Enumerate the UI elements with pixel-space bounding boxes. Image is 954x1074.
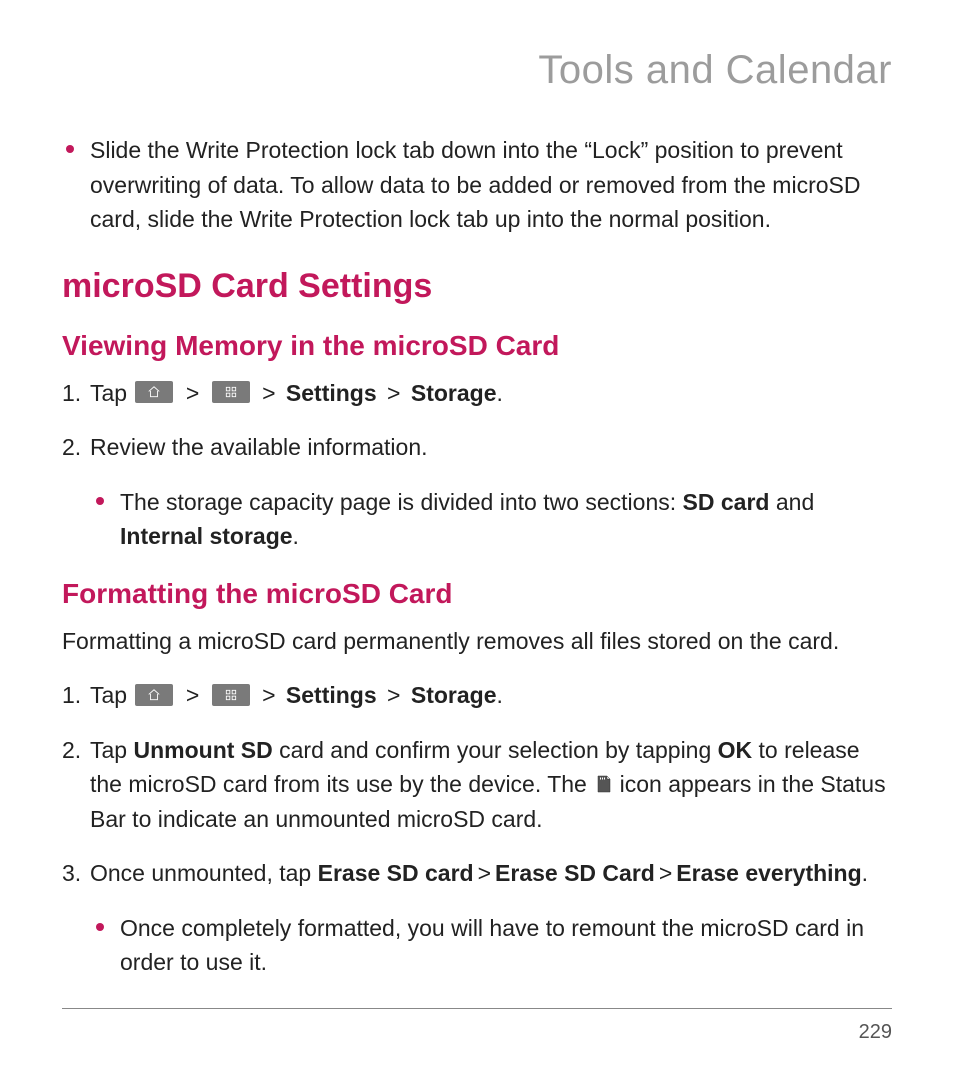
breadcrumb-separator: > bbox=[186, 682, 199, 708]
breadcrumb-separator: > bbox=[186, 380, 199, 406]
formatting-step-2: Tap Unmount SD card and confirm your sel… bbox=[62, 733, 892, 837]
breadcrumb-separator: > bbox=[478, 860, 491, 886]
and-text: and bbox=[769, 489, 814, 515]
step-text: Tap bbox=[90, 380, 133, 406]
breadcrumb-separator: > bbox=[262, 380, 275, 406]
breadcrumb-separator: > bbox=[387, 380, 400, 406]
sd-card-label: SD card bbox=[683, 489, 770, 515]
subsection-formatting-heading: Formatting the microSD Card bbox=[62, 578, 892, 610]
settings-label: Settings bbox=[286, 682, 377, 708]
storage-label: Storage bbox=[411, 380, 497, 406]
period: . bbox=[497, 682, 503, 708]
chapter-title: Tools and Calendar bbox=[62, 48, 892, 93]
erase-label-3: Erase everything bbox=[676, 860, 861, 886]
viewing-steps: Tap > > Settings > Storage. Review the a… bbox=[62, 376, 892, 465]
home-icon bbox=[135, 381, 173, 403]
sd-card-icon bbox=[595, 775, 611, 793]
step-text: Tap bbox=[90, 737, 133, 763]
sub-bullet-text: The storage capacity page is divided int… bbox=[120, 489, 683, 515]
page-number: 229 bbox=[859, 1021, 892, 1043]
formatting-intro: Formatting a microSD card permanently re… bbox=[62, 624, 892, 659]
settings-label: Settings bbox=[286, 380, 377, 406]
internal-storage-label: Internal storage bbox=[120, 523, 293, 549]
apps-icon bbox=[212, 381, 250, 403]
period: . bbox=[862, 860, 868, 886]
apps-icon bbox=[212, 684, 250, 706]
formatting-sub-bullets: Once completely formatted, you will have… bbox=[62, 911, 892, 980]
erase-label-2: Erase SD Card bbox=[495, 860, 655, 886]
breadcrumb-separator: > bbox=[387, 682, 400, 708]
intro-bullet-item: Slide the Write Protection lock tab down… bbox=[62, 133, 892, 237]
breadcrumb-separator: > bbox=[659, 860, 672, 886]
period: . bbox=[293, 523, 299, 549]
period: . bbox=[497, 380, 503, 406]
step-text: Tap bbox=[90, 682, 133, 708]
step-text: card and confirm your selection by tappi… bbox=[273, 737, 718, 763]
page-footer: 229 bbox=[62, 1008, 892, 1044]
erase-label-1: Erase SD card bbox=[318, 860, 474, 886]
viewing-sub-bullets: The storage capacity page is divided int… bbox=[62, 485, 892, 554]
section-heading: microSD Card Settings bbox=[62, 267, 892, 306]
viewing-sub-bullet-1: The storage capacity page is divided int… bbox=[92, 485, 892, 554]
formatting-step-1: Tap > > Settings > Storage. bbox=[62, 678, 892, 713]
formatting-steps: Tap > > Settings > Storage. Tap Unmount … bbox=[62, 678, 892, 891]
manual-page: Tools and Calendar Slide the Write Prote… bbox=[0, 0, 954, 1074]
formatting-step-3: Once unmounted, tap Erase SD card>Erase … bbox=[62, 856, 892, 891]
breadcrumb-separator: > bbox=[262, 682, 275, 708]
home-icon bbox=[135, 684, 173, 706]
step-text: Once unmounted, tap bbox=[90, 860, 318, 886]
ok-label: OK bbox=[718, 737, 753, 763]
intro-bullet-list: Slide the Write Protection lock tab down… bbox=[62, 133, 892, 237]
formatting-sub-bullet-1: Once completely formatted, you will have… bbox=[92, 911, 892, 980]
storage-label: Storage bbox=[411, 682, 497, 708]
viewing-step-1: Tap > > Settings > Storage. bbox=[62, 376, 892, 411]
subsection-viewing-heading: Viewing Memory in the microSD Card bbox=[62, 330, 892, 362]
viewing-step-2: Review the available information. bbox=[62, 430, 892, 465]
unmount-sd-label: Unmount SD bbox=[133, 737, 272, 763]
